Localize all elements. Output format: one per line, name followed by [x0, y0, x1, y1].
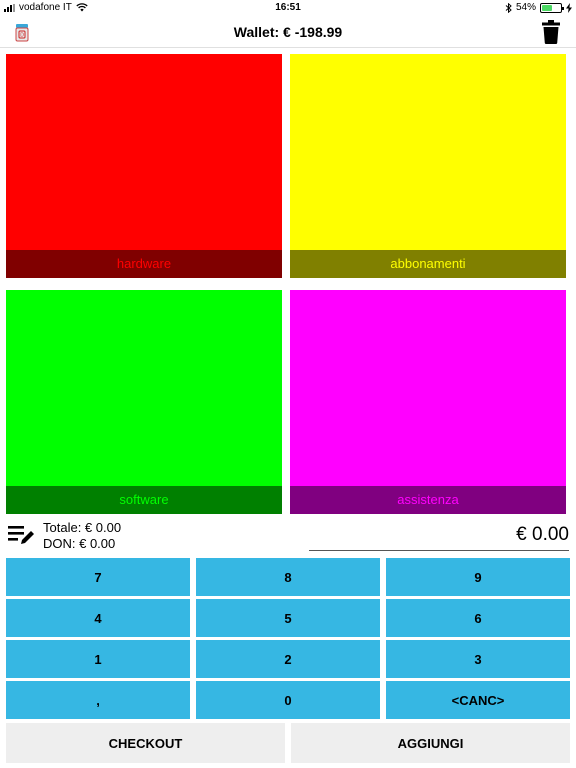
battery-percent: 54%: [515, 2, 536, 13]
key-cancel[interactable]: <CANC>: [386, 681, 570, 719]
charging-icon: [566, 2, 572, 13]
trash-icon[interactable]: [542, 20, 560, 44]
key-7[interactable]: 7: [6, 558, 190, 596]
key-9[interactable]: 9: [386, 558, 570, 596]
nav-bar: D Wallet: € -198.99: [0, 16, 576, 48]
aggiungi-button[interactable]: AGGIUNGI: [291, 723, 570, 763]
status-bar: vodafone IT 16:51 54%: [0, 0, 576, 16]
key-0[interactable]: 0: [196, 681, 380, 719]
key-8[interactable]: 8: [196, 558, 380, 596]
status-right: 54%: [505, 2, 572, 13]
summary-row: Totale: € 0.00 DON: € 0.00 € 0.00: [0, 518, 576, 554]
checkout-button[interactable]: CHECKOUT: [6, 723, 285, 763]
key-comma[interactable]: ,: [6, 681, 190, 719]
category-label: assistenza: [290, 486, 566, 514]
page-title: Wallet: € -198.99: [233, 24, 343, 40]
category-tile-assistenza[interactable]: assistenza: [290, 290, 566, 514]
category-tile-hardware[interactable]: hardware: [6, 54, 282, 278]
key-1[interactable]: 1: [6, 640, 190, 678]
battery-fill: [542, 4, 552, 11]
category-label: abbonamenti: [290, 250, 566, 278]
battery-icon: [540, 2, 564, 13]
key-5[interactable]: 5: [196, 599, 380, 637]
key-6[interactable]: 6: [386, 599, 570, 637]
key-2[interactable]: 2: [196, 640, 380, 678]
status-time: 16:51: [275, 2, 301, 13]
bluetooth-icon: [505, 2, 512, 13]
category-tile-abbonamenti[interactable]: abbonamenti: [290, 54, 566, 278]
summary-text: Totale: € 0.00 DON: € 0.00: [43, 520, 121, 552]
category-tile-software[interactable]: software: [6, 290, 282, 514]
amount-display[interactable]: € 0.00: [516, 524, 569, 546]
don-label: DON: € 0.00: [43, 536, 116, 551]
key-4[interactable]: 4: [6, 599, 190, 637]
totale-label: Totale: € 0.00: [43, 520, 122, 535]
edit-list-icon[interactable]: [8, 524, 34, 546]
category-label: software: [6, 486, 282, 514]
key-3[interactable]: 3: [386, 640, 570, 678]
category-label: hardware: [6, 250, 282, 278]
amount-underline: [309, 550, 569, 551]
